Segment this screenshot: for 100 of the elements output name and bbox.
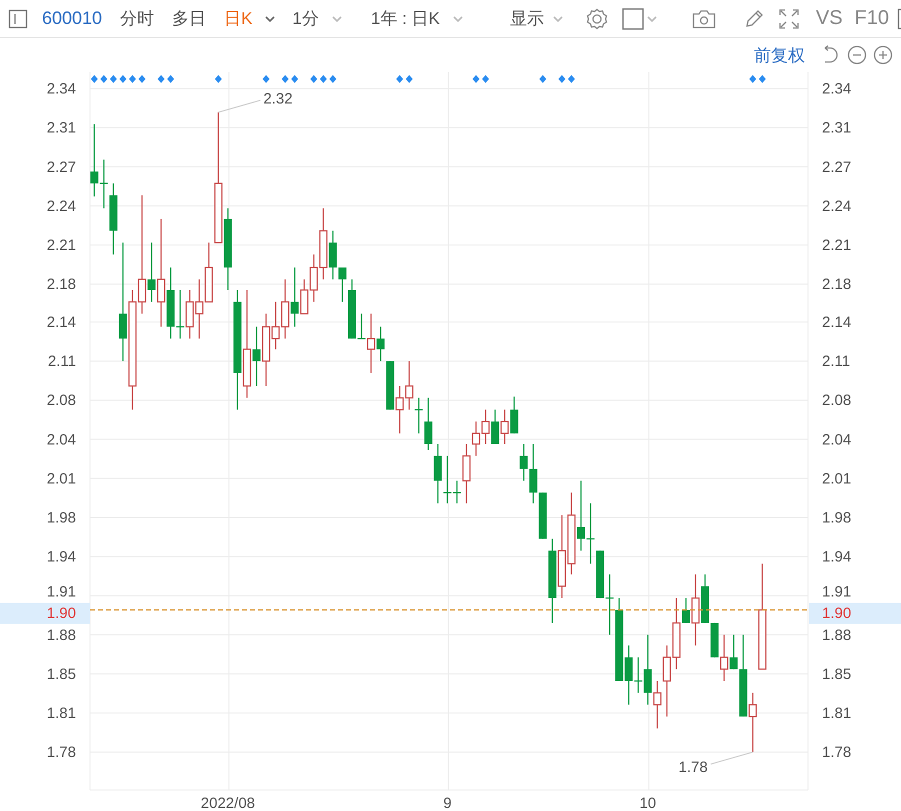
axis-label: 2.34	[46, 80, 76, 98]
zoom-in-icon[interactable]	[873, 45, 893, 65]
adjust-dropdown[interactable]: 前复权	[754, 44, 805, 66]
axis-label: 2.31	[46, 120, 76, 137]
event-marker[interactable]	[539, 75, 546, 83]
event-marker[interactable]	[329, 75, 336, 83]
axis-label: 2.21	[46, 236, 76, 254]
pencil-icon[interactable]	[744, 8, 764, 28]
axis-label: 10	[639, 795, 656, 811]
camera-icon[interactable]	[692, 8, 716, 28]
event-marker[interactable]	[110, 75, 117, 83]
period-tab[interactable]: 1分	[286, 7, 325, 30]
axis-label: 1.85	[822, 666, 852, 683]
event-marker[interactable]	[482, 75, 490, 83]
event-marker[interactable]	[100, 75, 108, 83]
axis-label: 2.01	[822, 470, 852, 488]
settings-icon[interactable]	[586, 8, 608, 30]
caret-icon[interactable]	[264, 14, 276, 22]
candlestick	[510, 396, 518, 434]
event-marker[interactable]	[167, 75, 174, 83]
candlestick	[586, 503, 595, 564]
event-marker[interactable]	[138, 75, 146, 83]
event-marker[interactable]	[568, 75, 575, 83]
axis-label: 1.88	[46, 626, 76, 644]
candlestick	[576, 480, 585, 551]
axis-label: 1.88	[822, 626, 852, 644]
axis-label: 2.14	[822, 314, 852, 331]
axis-label: 1.78	[46, 744, 76, 762]
axis-label: 1.81	[46, 704, 76, 722]
period-tab[interactable]: 分时	[114, 7, 160, 30]
square-icon[interactable]	[622, 8, 644, 30]
axis-label: 1.94	[46, 548, 76, 566]
axis-label: 2.18	[46, 276, 76, 294]
candlestick	[710, 622, 719, 658]
event-marker[interactable]	[291, 75, 298, 83]
axis-label: 1.98	[822, 510, 852, 526]
period-tab[interactable]: 多日	[166, 7, 212, 30]
toolbar-button[interactable]: F10	[850, 7, 894, 30]
axis-label: 2.04	[46, 431, 76, 448]
axis-label: 2.34	[822, 80, 852, 98]
event-marker[interactable]	[119, 75, 126, 83]
display-dropdown[interactable]: 显示	[504, 7, 550, 30]
candlestick	[500, 410, 509, 444]
axis-label: 2.08	[822, 392, 852, 410]
event-marker[interactable]	[90, 75, 98, 83]
axis-label: 1.91	[822, 584, 852, 601]
candlestick	[396, 386, 404, 434]
candlestick	[281, 279, 290, 339]
candlestick	[491, 410, 500, 444]
event-marker[interactable]	[214, 75, 222, 83]
event-marker[interactable]	[472, 75, 480, 83]
sidebar-toggle-icon[interactable]	[8, 8, 28, 28]
candlestick	[720, 634, 728, 681]
high-price-label: 2.32	[263, 90, 293, 108]
axis-label: 2.27	[822, 158, 852, 176]
event-marker[interactable]	[158, 75, 165, 83]
stock-code: 600010	[42, 8, 102, 29]
candlestick	[434, 444, 442, 504]
event-marker[interactable]	[128, 75, 136, 83]
toolbar-button[interactable]: VS	[812, 7, 847, 30]
low-price-label: 1.78	[678, 759, 708, 776]
axis-label: 9	[443, 795, 452, 811]
event-marker[interactable]	[558, 75, 566, 83]
axis-label: 1.78	[822, 744, 852, 762]
event-marker[interactable]	[749, 75, 756, 83]
candlestick	[186, 290, 194, 339]
axis-label: 1.91	[46, 584, 76, 601]
axis-label: 2.31	[822, 120, 852, 137]
axis-label: 2.04	[822, 431, 852, 448]
axis-label: 2.11	[48, 353, 76, 370]
event-marker[interactable]	[396, 75, 404, 83]
event-marker[interactable]	[758, 75, 766, 83]
event-marker[interactable]	[262, 75, 270, 83]
axis-label: 2.08	[46, 392, 76, 410]
event-marker[interactable]	[282, 75, 289, 83]
candlestick	[386, 361, 394, 410]
axis-label: 2.14	[46, 314, 76, 331]
zoom-out-icon[interactable]	[847, 45, 867, 65]
candlestick	[596, 550, 604, 598]
event-marker[interactable]	[406, 75, 413, 83]
candlestick	[481, 410, 490, 444]
candlestick	[748, 692, 757, 752]
candlestick	[405, 361, 414, 410]
axis-label: 2022/08	[200, 795, 256, 811]
axis-label: 2.11	[822, 353, 850, 370]
candlestick	[195, 279, 204, 339]
axis-label: 1.98	[46, 510, 76, 526]
fullscreen-icon[interactable]	[778, 8, 800, 30]
axis-label: 1.81	[822, 704, 852, 722]
candlestick	[606, 574, 614, 635]
leader-line	[710, 752, 754, 765]
axis-label: 2.01	[46, 470, 76, 488]
current-price-label: 1.90	[46, 604, 76, 622]
axis-label: 2.27	[46, 158, 76, 176]
axis-label: 1.85	[46, 666, 76, 683]
range-dropdown[interactable]: 1年 : 日K	[364, 7, 446, 30]
event-marker[interactable]	[320, 75, 327, 83]
event-marker[interactable]	[310, 75, 318, 83]
axis-label: 2.24	[46, 198, 76, 215]
axis-label: 2.21	[822, 236, 852, 254]
